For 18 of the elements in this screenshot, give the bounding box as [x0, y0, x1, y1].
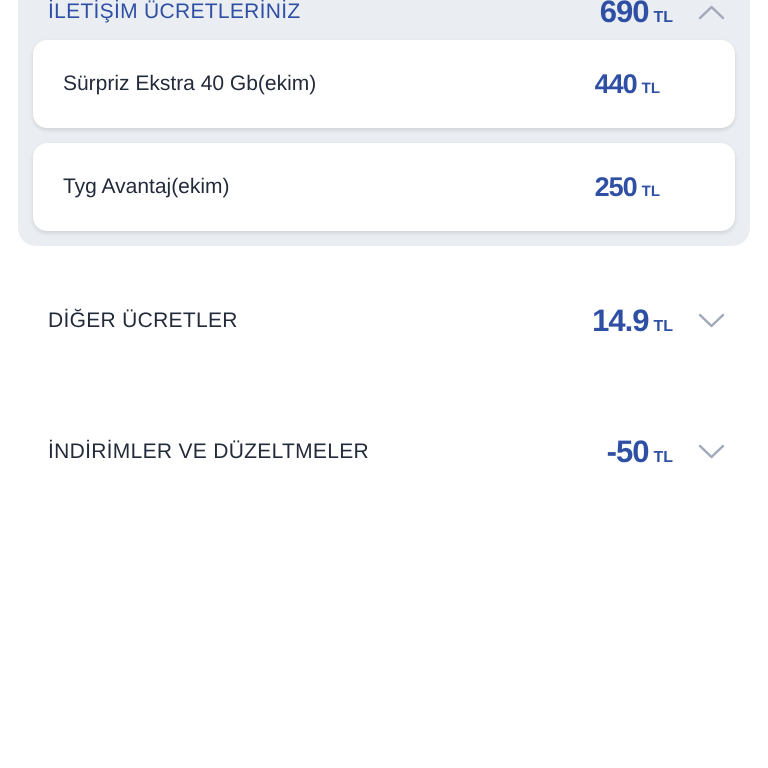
charge-amount: 250 — [594, 172, 637, 202]
currency-unit: TL — [653, 9, 673, 27]
collapse-chevron-icon[interactable] — [698, 4, 725, 20]
section-amount: 14.9 — [592, 303, 648, 339]
charge-name: Sürpriz Ekstra 40 Gb(ekim) — [63, 72, 316, 96]
currency-unit: TL — [653, 449, 673, 467]
charge-name: Tyg Avantaj(ekim) — [63, 175, 230, 199]
currency-unit: TL — [653, 318, 673, 336]
section-title: DİĞER ÜCRETLER — [48, 309, 239, 333]
currency-unit: TL — [642, 182, 660, 200]
section-amount: 690 — [600, 0, 648, 30]
expand-chevron-icon[interactable] — [698, 444, 725, 460]
expand-chevron-icon[interactable] — [698, 313, 725, 329]
section-amount: -50 — [606, 434, 648, 470]
section-title: İLETİŞİM ÜCRETLERİNİZ — [48, 0, 302, 24]
currency-unit: TL — [642, 80, 660, 96]
charge-amount: 440 — [594, 68, 637, 100]
section-title: İNDİRİMLER VE DÜZELTMELER — [48, 440, 370, 464]
